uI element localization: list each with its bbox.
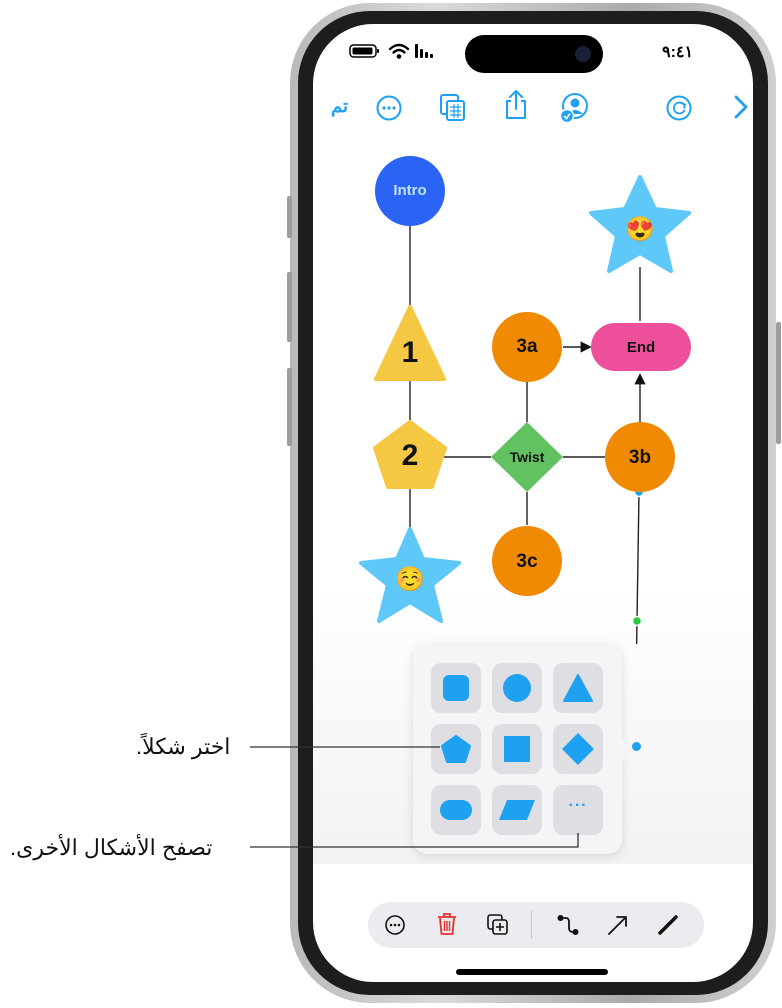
star-top-emoji: 😍 — [625, 216, 655, 243]
connector-handle-end[interactable] — [632, 742, 641, 751]
callout-browse-shapes: تصفح الأشكال الأخرى. — [10, 835, 213, 860]
shape-triangle[interactable] — [553, 663, 603, 713]
shape-circle[interactable] — [492, 663, 542, 713]
more-icon[interactable] — [384, 914, 406, 936]
end-label: End — [626, 339, 656, 356]
line-icon[interactable] — [656, 913, 680, 937]
callout-choose-shape: اختر شكلاً. — [136, 734, 231, 759]
node-1-label: 1 — [401, 336, 419, 369]
bottom-toolbar — [368, 902, 704, 948]
volume-down-button — [287, 368, 292, 446]
power-button — [776, 322, 781, 444]
shape-pentagon[interactable] — [431, 724, 481, 774]
shape-rounded-square[interactable] — [431, 663, 481, 713]
connector-midpoint-handle — [631, 615, 643, 627]
square-icon — [504, 736, 530, 762]
parallelogram-icon — [499, 800, 535, 820]
shape-parallelogram[interactable] — [492, 785, 542, 835]
twist-label: Twist — [509, 449, 545, 465]
star-bottom-emoji: ☺️ — [395, 566, 425, 593]
shape-capsule[interactable] — [431, 785, 481, 835]
intro-label: Intro — [393, 182, 427, 199]
rounded-square-icon — [443, 675, 469, 701]
capsule-icon — [440, 800, 472, 820]
action-button — [287, 196, 292, 238]
node-3a-label: 3a — [516, 336, 538, 357]
shape-square[interactable] — [492, 724, 542, 774]
triangle-icon — [563, 674, 593, 702]
duplicate-icon[interactable] — [486, 913, 510, 937]
arrow-icon[interactable] — [606, 913, 630, 937]
callout-line-choose-shape — [250, 746, 440, 748]
volume-up-button — [287, 272, 292, 342]
diamond-icon — [562, 733, 594, 765]
node-3b-label: 3b — [628, 447, 652, 468]
more-shapes-icon: ··· — [568, 797, 588, 814]
callout-line-browse-shapes — [250, 833, 579, 848]
shapes-popover: ··· — [413, 644, 622, 854]
shape-diamond[interactable] — [553, 724, 603, 774]
connector-icon[interactable] — [556, 913, 580, 937]
pentagon-icon — [441, 735, 471, 763]
node-3c-label: 3c — [516, 551, 538, 572]
home-indicator — [456, 969, 608, 975]
node-2-label: 2 — [401, 439, 419, 472]
toolbar-divider — [531, 911, 532, 939]
more-shapes-button[interactable]: ··· — [553, 785, 603, 835]
delete-icon[interactable] — [436, 912, 458, 936]
circle-icon — [503, 674, 531, 702]
